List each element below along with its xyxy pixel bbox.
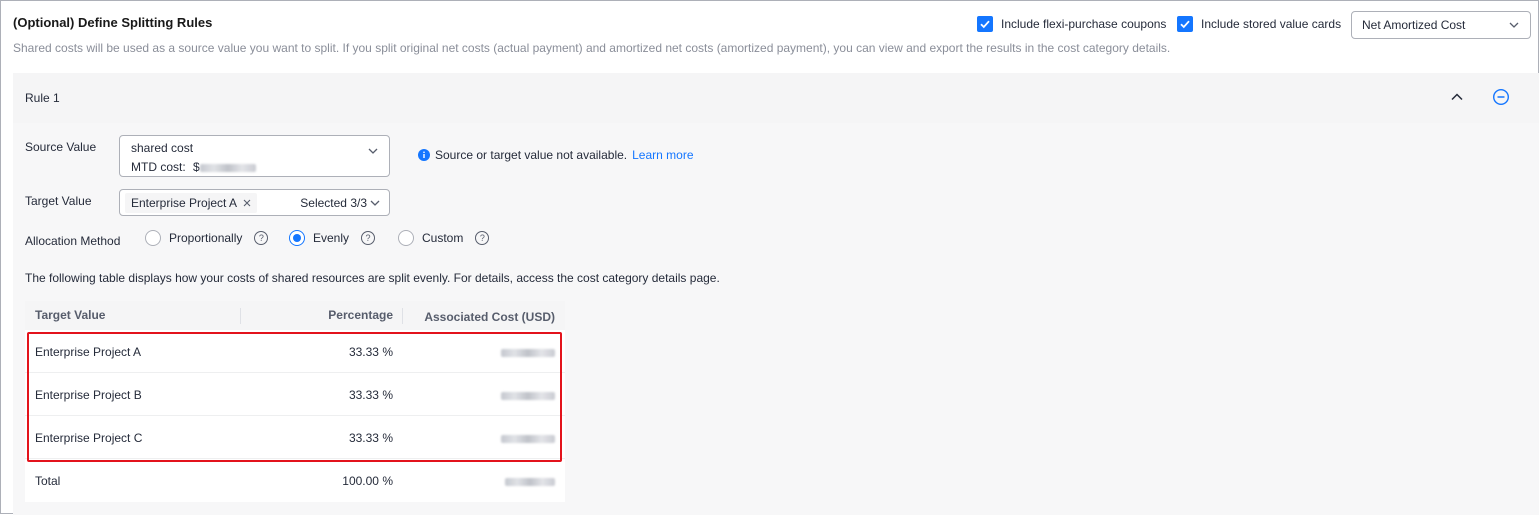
cost-type-select[interactable]: Net Amortized Cost bbox=[1351, 11, 1531, 39]
split-table: Target Value Percentage Associated Cost … bbox=[25, 301, 565, 502]
table-total-row: Total 100.00 % bbox=[25, 459, 565, 502]
help-icon[interactable]: ? bbox=[361, 231, 376, 245]
stored-value-checkbox[interactable] bbox=[1177, 16, 1193, 32]
source-value-text: shared cost bbox=[131, 141, 194, 155]
section-subtitle: Shared costs will be used as a source va… bbox=[13, 41, 1171, 55]
col-target-value: Target Value bbox=[35, 308, 106, 322]
check-icon bbox=[980, 20, 990, 29]
mtd-cost: MTD cost: $ bbox=[131, 160, 256, 174]
row-cost-redacted bbox=[501, 388, 555, 402]
mtd-cost-label: MTD cost: bbox=[131, 160, 186, 174]
row-target: Enterprise Project A bbox=[35, 345, 142, 359]
cost-type-value: Net Amortized Cost bbox=[1362, 18, 1466, 32]
radio-custom[interactable] bbox=[398, 230, 414, 246]
col-percentage: Percentage bbox=[328, 308, 393, 322]
remove-rule-icon[interactable] bbox=[1492, 88, 1510, 106]
stored-value-label: Include stored value cards bbox=[1201, 17, 1342, 31]
allocation-method-label: Allocation Method bbox=[25, 234, 121, 248]
row-target: Enterprise Project B bbox=[35, 388, 142, 402]
target-value-select[interactable]: Enterprise Project A Selected 3/3 bbox=[119, 189, 390, 216]
info-text: Source or target value not available. bbox=[435, 148, 628, 162]
row-percentage: 33.33 % bbox=[348, 431, 393, 445]
mtd-cost-redacted bbox=[199, 163, 256, 172]
target-value-label: Target Value bbox=[25, 194, 92, 208]
table-description: The following table displays how your co… bbox=[25, 271, 720, 285]
chevron-up-icon[interactable] bbox=[1449, 89, 1465, 105]
help-icon[interactable]: ? bbox=[475, 231, 490, 245]
table-header: Target Value Percentage Associated Cost … bbox=[25, 301, 565, 330]
method-label: Evenly bbox=[313, 231, 350, 245]
method-proportionally[interactable]: Proportionally ? bbox=[145, 230, 269, 246]
table-row: Enterprise Project C 33.33 % bbox=[25, 416, 565, 459]
info-icon bbox=[418, 149, 430, 161]
help-icon[interactable]: ? bbox=[254, 231, 269, 245]
radio-proportionally[interactable] bbox=[145, 230, 161, 246]
target-tag-label: Enterprise Project A bbox=[131, 196, 238, 210]
learn-more-link[interactable]: Learn more bbox=[632, 148, 693, 162]
total-cost-redacted bbox=[505, 474, 555, 488]
method-custom[interactable]: Custom ? bbox=[398, 230, 490, 246]
flexi-coupons-checkbox[interactable] bbox=[977, 16, 993, 32]
method-label: Custom bbox=[422, 231, 464, 245]
close-icon[interactable] bbox=[243, 199, 251, 207]
total-percentage: 100.00 % bbox=[342, 474, 393, 488]
table-row: Enterprise Project A 33.33 % bbox=[25, 330, 565, 373]
method-label: Proportionally bbox=[169, 231, 243, 245]
source-value-label: Source Value bbox=[25, 140, 97, 154]
availability-info: Source or target value not available. Le… bbox=[418, 148, 694, 162]
row-cost-redacted bbox=[501, 431, 555, 445]
flexi-coupons-label: Include flexi-purchase coupons bbox=[1001, 17, 1167, 31]
total-label: Total bbox=[35, 474, 61, 488]
chevron-down-icon bbox=[1509, 22, 1519, 28]
row-percentage: 33.33 % bbox=[348, 345, 393, 359]
row-cost-redacted bbox=[501, 345, 555, 359]
stored-value-option[interactable]: Include stored value cards bbox=[1177, 16, 1341, 32]
col-associated-cost: Associated Cost (USD) bbox=[424, 310, 555, 324]
rule-title: Rule 1 bbox=[25, 91, 60, 105]
target-selected-count: Selected 3/3 bbox=[300, 196, 367, 210]
check-icon bbox=[1180, 20, 1190, 29]
splitting-rules-panel: (Optional) Define Splitting Rules Shared… bbox=[0, 0, 1539, 515]
radio-evenly[interactable] bbox=[289, 230, 305, 246]
rule-header[interactable]: Rule 1 bbox=[13, 73, 1539, 123]
flexi-coupons-option[interactable]: Include flexi-purchase coupons bbox=[977, 16, 1166, 32]
section-title: (Optional) Define Splitting Rules bbox=[13, 15, 213, 30]
method-evenly[interactable]: Evenly ? bbox=[289, 230, 376, 246]
chevron-down-icon bbox=[370, 200, 380, 206]
target-tag: Enterprise Project A bbox=[125, 193, 258, 213]
chevron-down-icon bbox=[368, 148, 378, 154]
column-divider bbox=[402, 308, 403, 324]
row-percentage: 33.33 % bbox=[348, 388, 393, 402]
row-target: Enterprise Project C bbox=[35, 431, 143, 445]
column-divider bbox=[240, 308, 241, 324]
table-row: Enterprise Project B 33.33 % bbox=[25, 373, 565, 416]
mtd-cost-prefix: $ bbox=[193, 160, 200, 174]
source-value-select[interactable]: shared cost MTD cost: $ bbox=[119, 135, 390, 177]
